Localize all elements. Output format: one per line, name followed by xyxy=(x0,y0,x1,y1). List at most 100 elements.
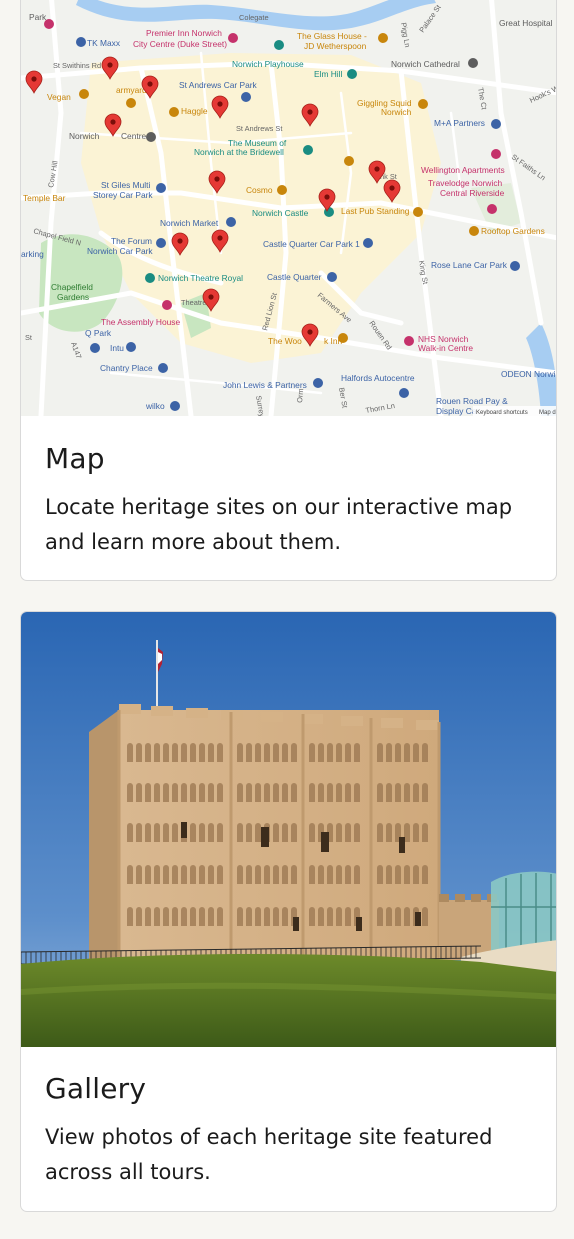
heritage-site-marker-dot xyxy=(208,294,214,300)
castle-arcade xyxy=(246,907,252,926)
castle-arcade xyxy=(336,823,342,842)
castle-arcade xyxy=(404,907,410,926)
castle-arcade xyxy=(273,823,279,842)
castle-arcade xyxy=(309,823,315,842)
castle-arcade xyxy=(145,743,151,762)
castle-arcade xyxy=(345,907,351,926)
castle-arcade xyxy=(273,743,279,762)
castle-arcade xyxy=(422,783,428,802)
castle-arcade xyxy=(163,907,169,926)
map-label-intu: Intu xyxy=(110,343,124,353)
map-label-glass-house-2: JD Wetherspoon xyxy=(304,41,367,51)
map-label-norwich-playhouse: Norwich Playhouse xyxy=(232,59,304,69)
castle-arcade xyxy=(172,823,178,842)
map-label-nhs-2: Walk-in Centre xyxy=(418,343,473,353)
heritage-site-marker-dot xyxy=(307,329,313,335)
map-label-q-park: Q Park xyxy=(85,328,112,338)
map-label-st-giles-2: Storey Car Park xyxy=(93,190,153,200)
castle-arcade xyxy=(413,783,419,802)
castle-arcade xyxy=(282,907,288,926)
castle-arcade xyxy=(318,907,324,926)
castle-arcade xyxy=(127,907,133,926)
castle-arcade xyxy=(145,865,151,884)
castle-arcade xyxy=(291,743,297,762)
map-image[interactable]: Park TK Maxx Premier Inn Norwich City Ce… xyxy=(21,0,556,416)
castle-arcade xyxy=(264,783,270,802)
castle-arcade xyxy=(309,743,315,762)
map-label-theatre-royal: Norwich Theatre Royal xyxy=(158,273,243,283)
castle-arcade xyxy=(237,907,243,926)
castle-arcade xyxy=(327,743,333,762)
castle-arcade xyxy=(255,823,261,842)
castle-arcade xyxy=(217,907,223,926)
castle-arcade xyxy=(386,743,392,762)
map-label-great-hospital: Great Hospital xyxy=(499,18,553,28)
castle-arcade xyxy=(208,865,214,884)
map-svg[interactable]: Park TK Maxx Premier Inn Norwich City Ce… xyxy=(21,0,556,416)
map-label-rose-lane: Rose Lane Car Park xyxy=(431,260,508,270)
castle-arcade xyxy=(217,743,223,762)
castle-arcade xyxy=(354,743,360,762)
map-label-st-swithins: St Swithins Rd xyxy=(53,61,101,70)
castle-arcade xyxy=(237,865,243,884)
map-label-st-andrews-st: St Andrews St xyxy=(236,124,282,133)
castle-arcade xyxy=(273,783,279,802)
castle-arcade xyxy=(163,823,169,842)
map-label-haggle: Haggle xyxy=(181,106,208,116)
map-label-vegan: Vegan xyxy=(47,92,71,102)
castle-arcade xyxy=(336,907,342,926)
map-label-wellington: Wellington Apartments xyxy=(421,165,505,175)
castle-arcade xyxy=(273,907,279,926)
castle-arcade xyxy=(309,865,315,884)
gallery-card[interactable]: Gallery View photos of each heritage sit… xyxy=(20,611,557,1212)
castle-arcade xyxy=(190,783,196,802)
castle-arcade xyxy=(422,907,428,926)
castle-arcade xyxy=(386,783,392,802)
castle-arcade xyxy=(282,823,288,842)
castle-arcade xyxy=(145,823,151,842)
castle-arcade xyxy=(273,865,279,884)
map-data-link[interactable]: Map d xyxy=(539,410,556,416)
castle-arcade xyxy=(282,865,288,884)
castle-arcade xyxy=(136,743,142,762)
map-label-colegate: Colegate xyxy=(239,13,269,22)
castle-arcade xyxy=(181,783,187,802)
castle-arcade xyxy=(136,823,142,842)
castle-arcade xyxy=(404,865,410,884)
map-label-john-lewis: John Lewis & Partners xyxy=(223,380,307,390)
castle-arcade xyxy=(282,783,288,802)
heritage-site-marker-dot xyxy=(147,81,153,87)
map-label-forum-2: Norwich Car Park xyxy=(87,246,153,256)
castle-arcade xyxy=(237,743,243,762)
castle-arcade xyxy=(181,865,187,884)
castle-arcade xyxy=(327,865,333,884)
castle-arcade xyxy=(309,907,315,926)
castle-arcade xyxy=(318,865,324,884)
castle-arcade xyxy=(336,865,342,884)
map-label-chapelfield-1: Chapelfield xyxy=(51,282,93,292)
map-label-norwich: Norwich xyxy=(69,131,100,141)
map-label-chantry-place: Chantry Place xyxy=(100,363,153,373)
castle-arcade xyxy=(217,783,223,802)
map-label-premier-inn-1: Premier Inn Norwich xyxy=(146,28,222,38)
castle-arcade xyxy=(154,823,160,842)
castle-arcade xyxy=(404,783,410,802)
castle-arcade xyxy=(309,783,315,802)
map-label-st: St xyxy=(25,333,32,342)
castle-arcade xyxy=(172,865,178,884)
gallery-image[interactable] xyxy=(21,612,556,1047)
castle-arcade xyxy=(199,823,205,842)
castle-arcade xyxy=(264,865,270,884)
map-label-rooftop-gardens: Rooftop Gardens xyxy=(481,226,545,236)
castle-arcade xyxy=(172,743,178,762)
castle-arcade xyxy=(336,783,342,802)
castle-arcade xyxy=(136,865,142,884)
castle-arcade xyxy=(154,783,160,802)
castle-arcade xyxy=(422,823,428,842)
map-attribution[interactable]: Keyboard shortcuts xyxy=(476,410,528,416)
castle-arcade xyxy=(246,823,252,842)
castle-arcade xyxy=(395,743,401,762)
map-card[interactable]: Park TK Maxx Premier Inn Norwich City Ce… xyxy=(20,0,557,581)
castle-arcade xyxy=(377,823,383,842)
map-label-museum-2: Norwich at the Bridewell xyxy=(194,147,284,157)
